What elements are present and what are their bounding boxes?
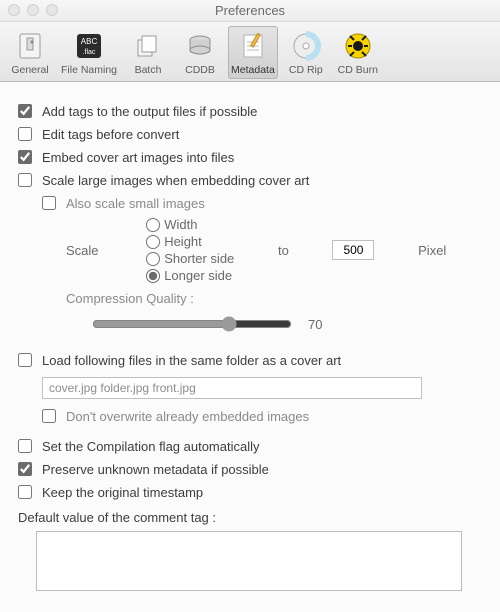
- tab-file-naming[interactable]: ABC .flac File Naming: [58, 26, 120, 79]
- scale-height-radio[interactable]: [146, 235, 160, 249]
- scale-shorter-radio[interactable]: [146, 252, 160, 266]
- edit-before-checkbox[interactable]: [18, 127, 32, 141]
- svg-text:ABC: ABC: [81, 37, 98, 46]
- tab-general[interactable]: General: [6, 26, 54, 79]
- tab-label: CD Burn: [338, 64, 378, 76]
- also-small-label: Also scale small images: [66, 196, 205, 211]
- scale-large-checkbox[interactable]: [18, 173, 32, 187]
- embed-cover-checkbox[interactable]: [18, 150, 32, 164]
- tab-batch[interactable]: Batch: [124, 26, 172, 79]
- tab-metadata[interactable]: Metadata: [228, 26, 278, 79]
- cover-filenames-input[interactable]: [42, 377, 422, 399]
- tab-cddb[interactable]: CDDB: [176, 26, 224, 79]
- preserve-unknown-label: Preserve unknown metadata if possible: [42, 462, 269, 477]
- dont-overwrite-label: Don't overwrite already embedded images: [66, 409, 309, 424]
- tab-label: File Naming: [61, 64, 117, 76]
- scale-width-radio[interactable]: [146, 218, 160, 232]
- preserve-unknown-checkbox[interactable]: [18, 462, 32, 476]
- scale-prefix-label: Scale: [66, 243, 138, 258]
- file-naming-icon: ABC .flac: [73, 30, 105, 62]
- comment-textarea[interactable]: [36, 531, 462, 591]
- tab-cd-rip[interactable]: CD Rip: [282, 26, 330, 79]
- dont-overwrite-checkbox[interactable]: [42, 409, 56, 423]
- radio-label: Width: [164, 217, 197, 232]
- tab-label: CD Rip: [289, 64, 323, 76]
- minimize-window-button[interactable]: [27, 4, 39, 16]
- compression-quality-label: Compression Quality :: [66, 291, 482, 306]
- close-window-button[interactable]: [8, 4, 20, 16]
- scale-pixel-input[interactable]: [332, 240, 374, 260]
- tab-cd-burn[interactable]: CD Burn: [334, 26, 382, 79]
- scale-large-label: Scale large images when embedding cover …: [42, 173, 309, 188]
- add-tags-checkbox[interactable]: [18, 104, 32, 118]
- embed-cover-label: Embed cover art images into files: [42, 150, 234, 165]
- also-small-checkbox[interactable]: [42, 196, 56, 210]
- preferences-toolbar: General ABC.flac File Naming Batch CDDB …: [0, 22, 500, 82]
- zoom-window-button[interactable]: [46, 4, 58, 16]
- edit-before-label: Edit tags before convert: [42, 127, 179, 142]
- tab-label: Batch: [135, 64, 162, 76]
- to-label: to: [278, 243, 325, 258]
- cd-rip-icon: [290, 30, 322, 62]
- metadata-icon: [237, 30, 269, 62]
- svg-text:.flac: .flac: [83, 49, 96, 56]
- preferences-window: Preferences General ABC .flac File Naming…: [0, 0, 500, 612]
- radio-label: Height: [164, 234, 202, 249]
- metadata-pane: Add tags to the output files if possible…: [0, 82, 500, 612]
- tab-label: Metadata: [231, 64, 275, 76]
- cddb-icon: [184, 30, 216, 62]
- scale-longer-radio[interactable]: [146, 269, 160, 283]
- keep-timestamp-checkbox[interactable]: [18, 485, 32, 499]
- window-controls: [8, 4, 58, 16]
- general-icon: [14, 30, 46, 62]
- compression-quality-slider[interactable]: [92, 316, 292, 332]
- add-tags-label: Add tags to the output files if possible: [42, 104, 257, 119]
- batch-icon: [132, 30, 164, 62]
- cd-burn-icon: [342, 30, 374, 62]
- tab-label: CDDB: [185, 64, 215, 76]
- load-following-checkbox[interactable]: [18, 353, 32, 367]
- set-compilation-label: Set the Compilation flag automatically: [42, 439, 260, 454]
- radio-label: Longer side: [164, 268, 232, 283]
- tab-label: General: [11, 64, 48, 76]
- load-following-label: Load following files in the same folder …: [42, 353, 341, 368]
- window-title: Preferences: [0, 0, 500, 22]
- radio-label: Shorter side: [164, 251, 234, 266]
- pixel-label: Pixel: [418, 243, 482, 258]
- compression-quality-value: 70: [308, 317, 322, 332]
- keep-timestamp-label: Keep the original timestamp: [42, 485, 203, 500]
- titlebar: Preferences: [0, 0, 500, 22]
- set-compilation-checkbox[interactable]: [18, 439, 32, 453]
- comment-label: Default value of the comment tag :: [18, 510, 482, 525]
